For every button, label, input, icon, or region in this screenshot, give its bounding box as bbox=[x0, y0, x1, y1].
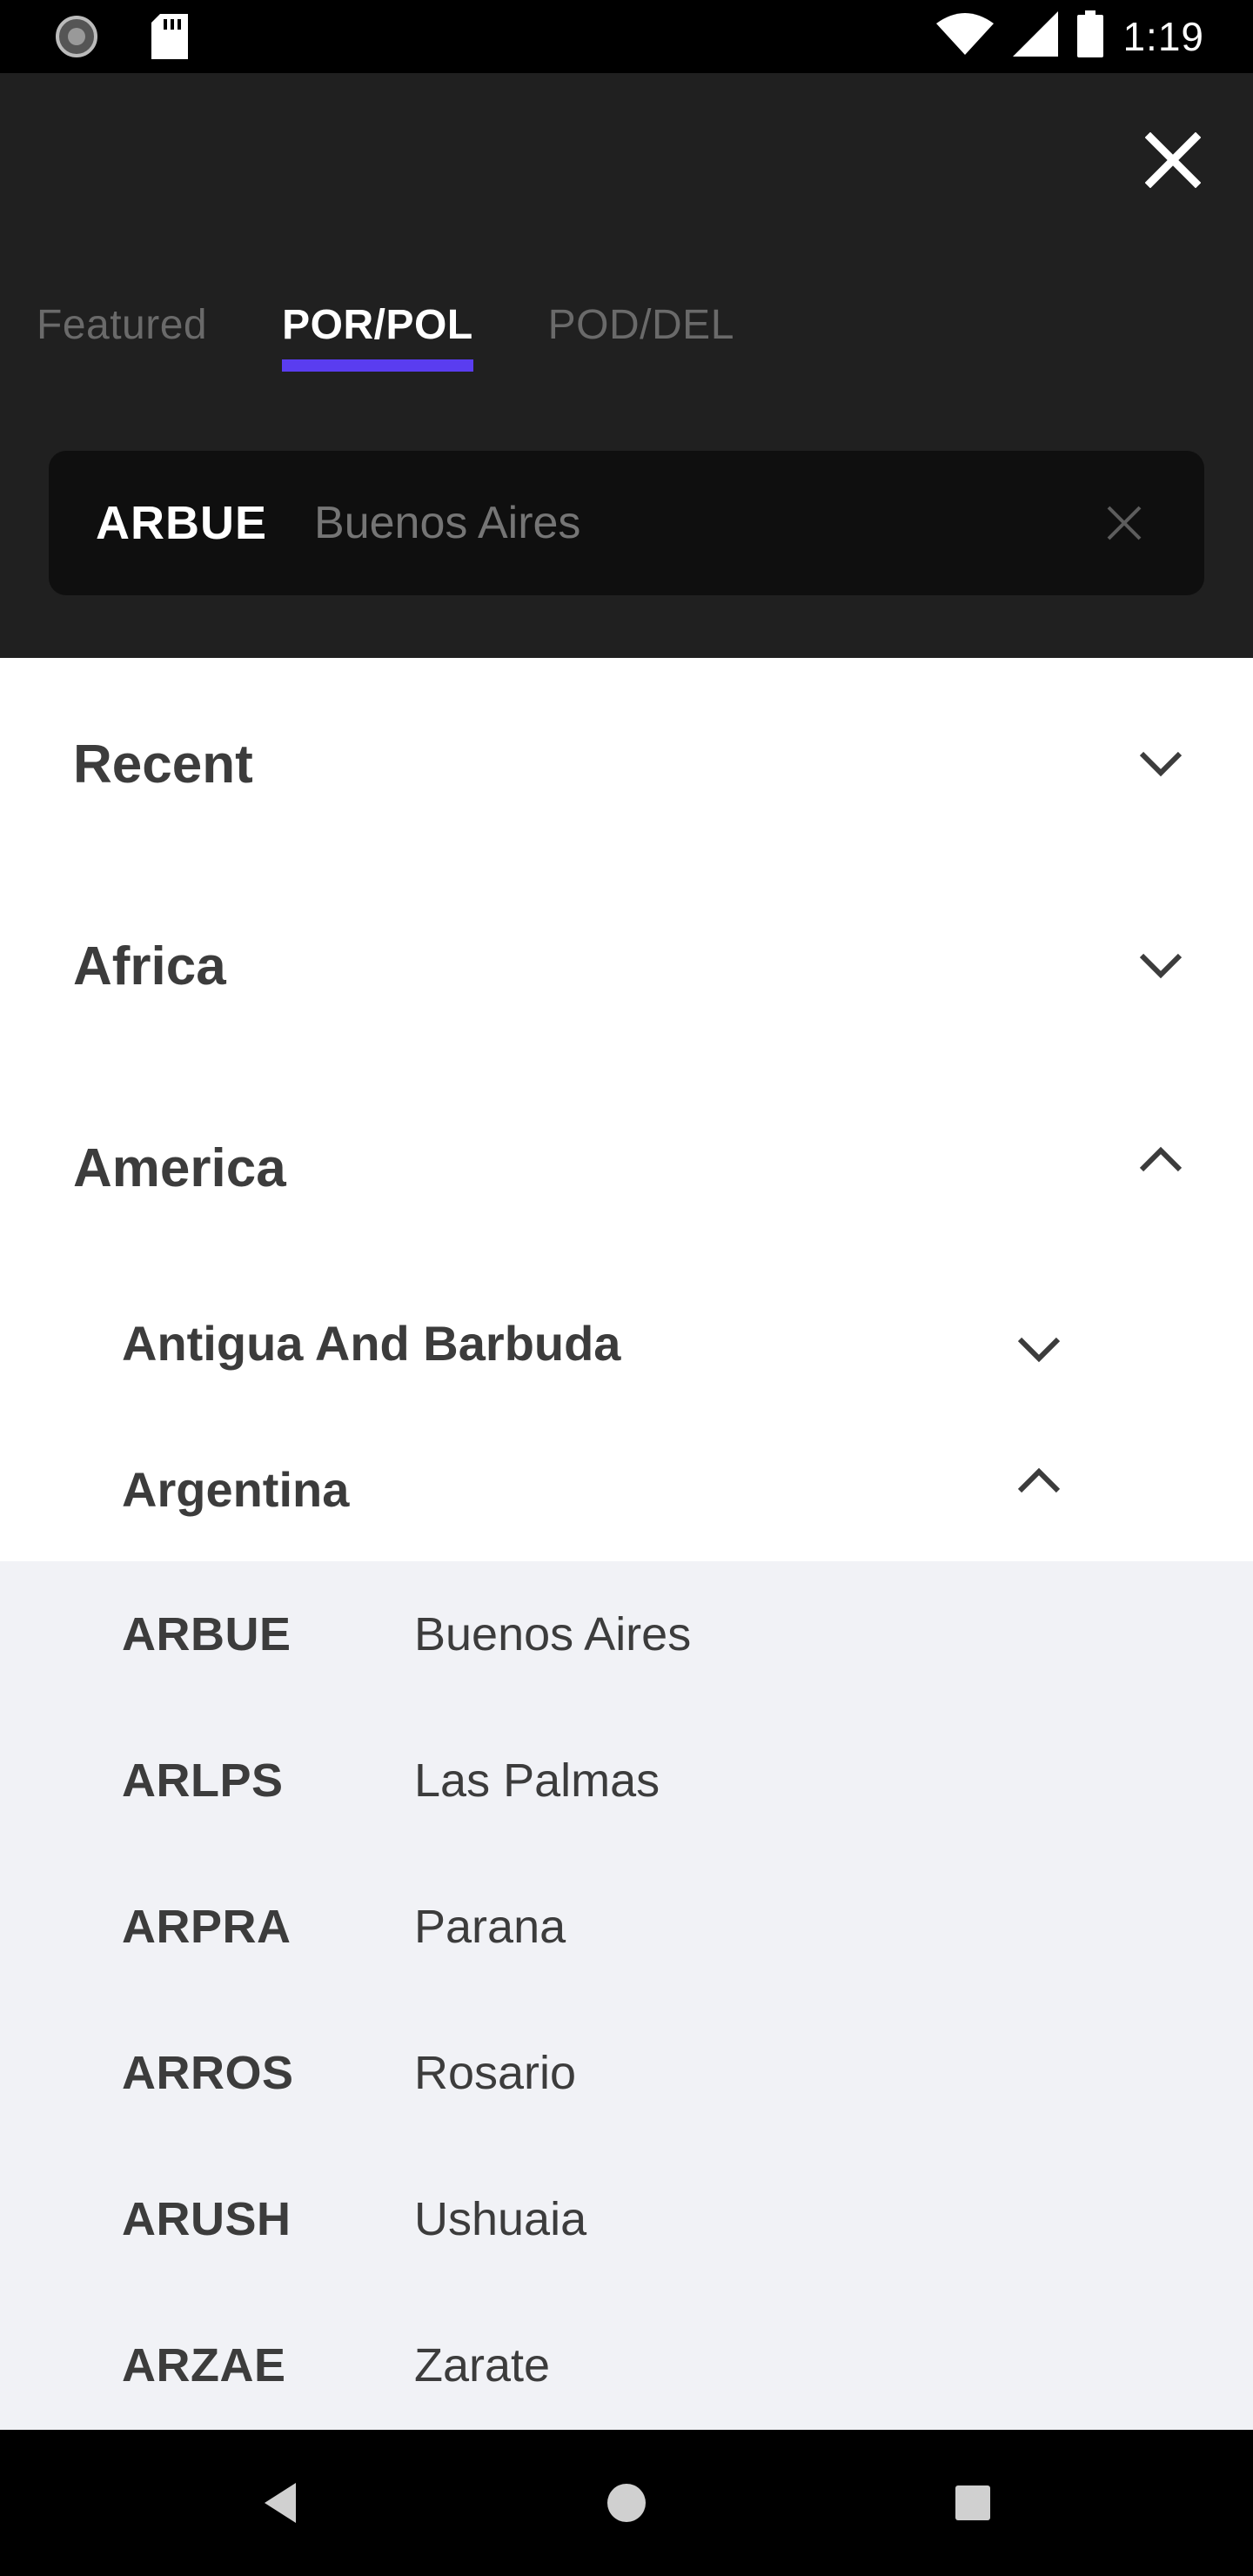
sub-section-antigua-and-barbuda[interactable]: Antigua And Barbuda bbox=[0, 1278, 1253, 1408]
port-code: ARUSH bbox=[122, 2193, 291, 2245]
port-code: ARPRA bbox=[122, 1901, 291, 1953]
port-row[interactable]: ARLPS Las Palmas bbox=[0, 1707, 1253, 1854]
port-code: ARZAE bbox=[122, 2339, 286, 2392]
back-icon bbox=[265, 2483, 296, 2523]
tab-pod-del[interactable]: POD/DEL bbox=[548, 301, 734, 372]
port-code: ARLPS bbox=[122, 1754, 284, 1807]
home-button[interactable] bbox=[583, 2459, 670, 2546]
port-code: ARBUE bbox=[122, 1608, 291, 1660]
chevron-down-icon bbox=[1013, 1324, 1065, 1376]
port-search-input[interactable] bbox=[314, 497, 1081, 549]
port-name: Parana bbox=[414, 1901, 566, 1953]
port-row[interactable]: ARROS Rosario bbox=[0, 2000, 1253, 2146]
chevron-down-icon bbox=[1135, 940, 1187, 992]
port-name: Rosario bbox=[414, 2047, 577, 2099]
section-title: America bbox=[73, 1137, 286, 1198]
wifi-icon bbox=[936, 11, 995, 61]
sub-section-title: Antigua And Barbuda bbox=[122, 1315, 621, 1371]
chevron-up-icon bbox=[1013, 1454, 1065, 1506]
signal-icon bbox=[1013, 11, 1059, 61]
chevron-up-icon bbox=[1135, 1133, 1187, 1185]
sub-section-title: Argentina bbox=[122, 1461, 350, 1517]
port-name: Las Palmas bbox=[414, 1754, 660, 1807]
close-button[interactable] bbox=[1138, 125, 1208, 195]
status-bar: 1:19 bbox=[0, 0, 1253, 73]
system-nav-bar bbox=[0, 2430, 1253, 2576]
tab-por-pol[interactable]: POR/POL bbox=[282, 301, 473, 372]
port-name: Ushuaia bbox=[414, 2193, 587, 2245]
section-america[interactable]: America bbox=[0, 1098, 1253, 1238]
port-picker-header: Featured POR/POL POD/DEL ARBUE bbox=[0, 73, 1253, 658]
home-icon bbox=[607, 2484, 646, 2522]
sub-section-argentina[interactable]: Argentina bbox=[0, 1424, 1253, 1554]
port-name: Zarate bbox=[414, 2339, 551, 2392]
clear-search-button[interactable] bbox=[1096, 495, 1152, 551]
recents-button[interactable] bbox=[929, 2459, 1016, 2546]
tab-featured[interactable]: Featured bbox=[37, 301, 207, 372]
section-title: Recent bbox=[73, 734, 253, 795]
section-title: Africa bbox=[73, 936, 226, 996]
port-search-box: ARBUE bbox=[49, 451, 1204, 595]
battery-icon bbox=[1077, 10, 1104, 62]
section-africa[interactable]: Africa bbox=[0, 896, 1253, 1036]
section-recent[interactable]: Recent bbox=[0, 694, 1253, 834]
port-list: ARBUE Buenos Aires ARLPS Las Palmas ARPR… bbox=[0, 1561, 1253, 2430]
port-row[interactable]: ARPRA Parana bbox=[0, 1854, 1253, 2000]
region-list: Recent Africa America Antigua And Barbud… bbox=[0, 658, 1253, 2430]
port-row[interactable]: ARBUE Buenos Aires bbox=[0, 1561, 1253, 1707]
port-row[interactable]: ARZAE Zarate bbox=[0, 2292, 1253, 2438]
port-name: Buenos Aires bbox=[414, 1608, 692, 1660]
chevron-down-icon bbox=[1135, 738, 1187, 790]
spinner-icon bbox=[54, 14, 99, 64]
status-time: 1:19 bbox=[1122, 13, 1204, 59]
port-code: ARROS bbox=[122, 2047, 294, 2099]
back-button[interactable] bbox=[237, 2459, 324, 2546]
sd-card-icon bbox=[151, 14, 188, 64]
recents-icon bbox=[955, 2485, 990, 2520]
clear-icon bbox=[1107, 506, 1142, 540]
close-icon bbox=[1145, 132, 1201, 188]
port-type-tabs: Featured POR/POL POD/DEL bbox=[37, 301, 734, 372]
selected-port-code: ARBUE bbox=[96, 497, 268, 549]
port-row[interactable]: ARUSH Ushuaia bbox=[0, 2146, 1253, 2292]
